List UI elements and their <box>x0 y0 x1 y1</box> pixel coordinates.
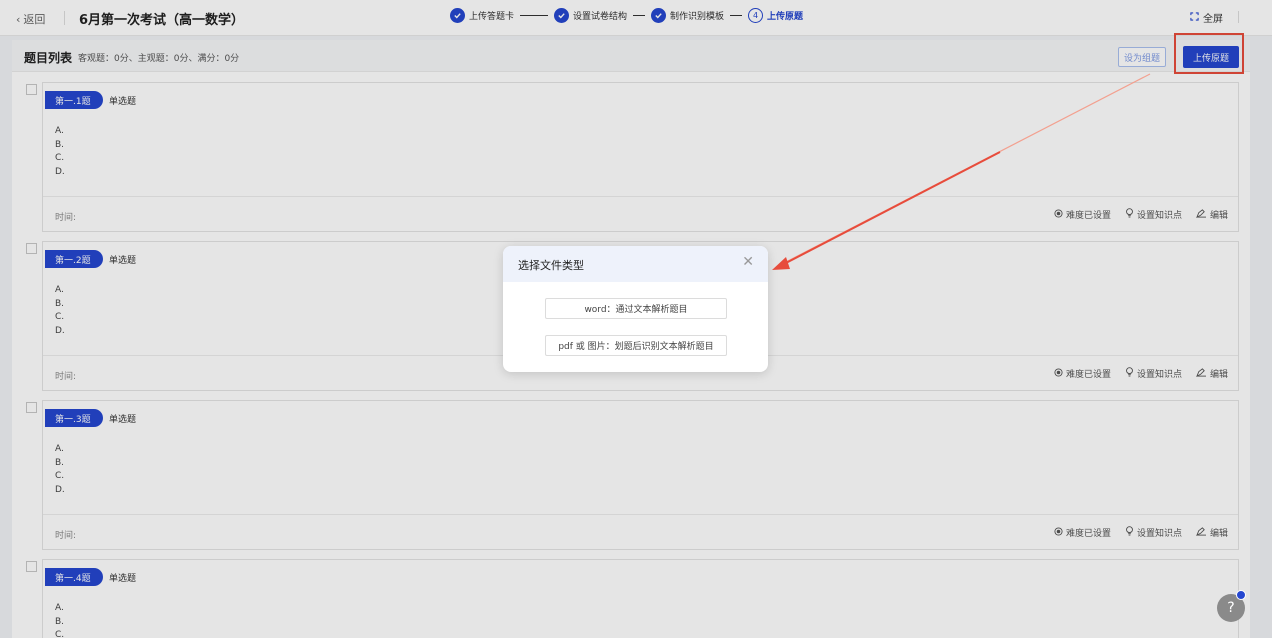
close-icon[interactable]: ✕ <box>742 254 754 270</box>
pdf-image-option-button[interactable]: pdf 或 图片：划题后识别文本解析题目 <box>545 335 727 356</box>
notification-badge <box>1236 590 1246 600</box>
dialog-title: 选择文件类型 <box>518 259 584 272</box>
word-option-button[interactable]: word：通过文本解析题目 <box>545 298 727 319</box>
dialog-header: 选择文件类型 ✕ <box>503 246 768 282</box>
file-type-dialog: 选择文件类型 ✕ word：通过文本解析题目 pdf 或 图片：划题后识别文本解… <box>503 246 768 372</box>
